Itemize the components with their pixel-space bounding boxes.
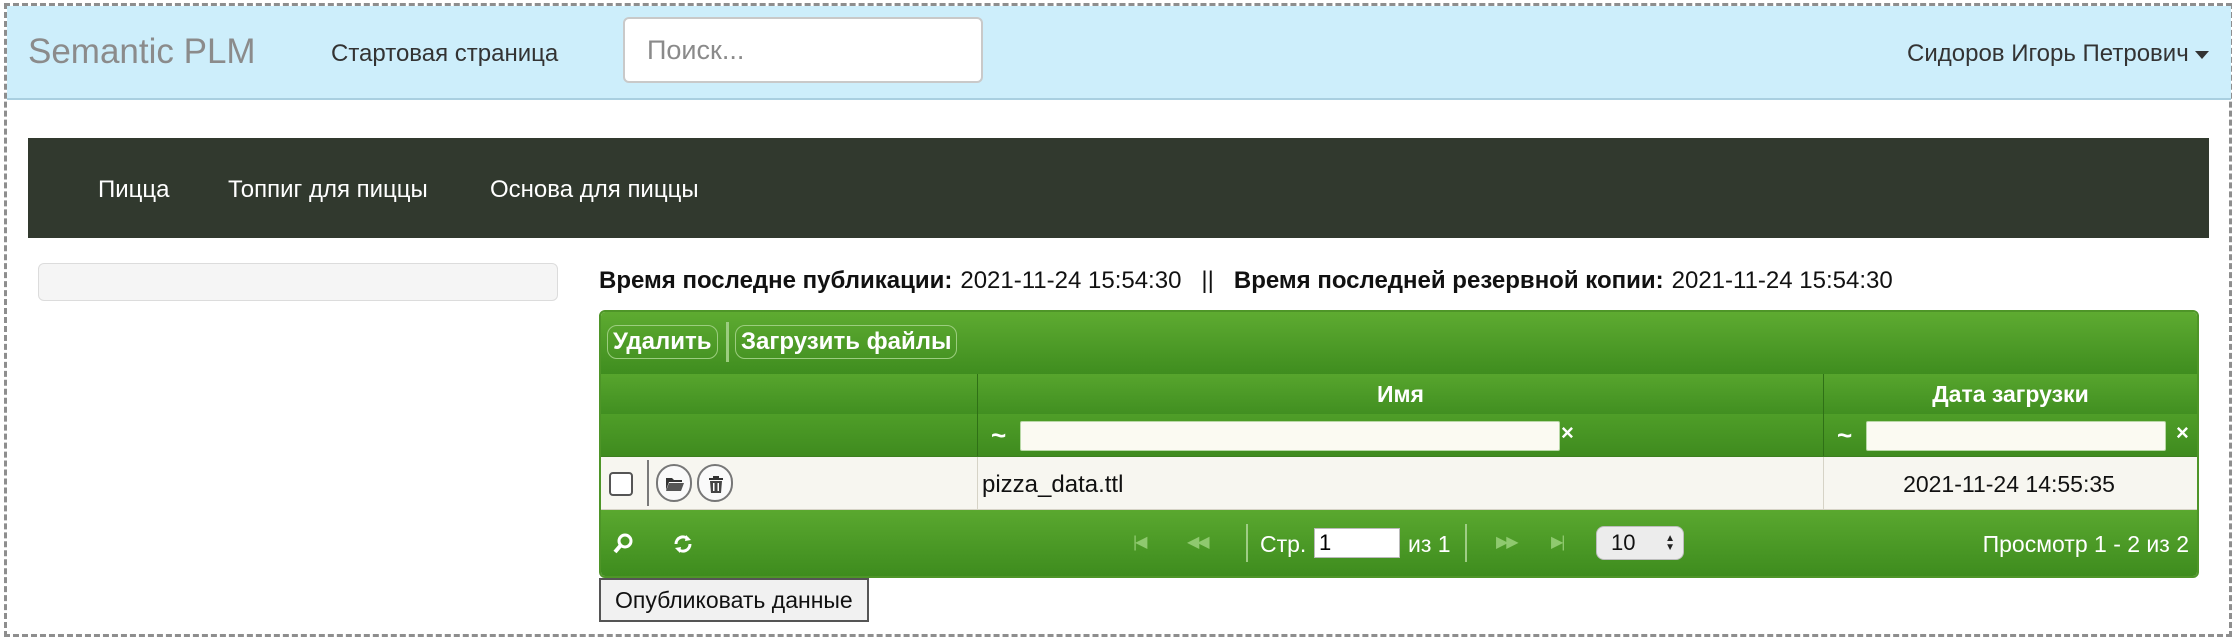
main-menu: Пицца Топпиг для пиццы Основа для пиццы (28, 138, 2209, 238)
grid-toolbar: Удалить Загрузить файлы (601, 312, 2197, 375)
filter-clear-date[interactable]: × (2176, 420, 2189, 446)
menu-item-topping[interactable]: Топпиг для пиццы (228, 176, 428, 204)
menu-item-pizza[interactable]: Пицца (98, 176, 170, 204)
first-page-icon[interactable]: |◀ (1133, 532, 1148, 552)
filter-operator-date[interactable]: ~ (1837, 420, 1852, 451)
user-name: Сидоров Игорь Петрович (1907, 40, 2189, 67)
pager-divider (1465, 524, 1467, 562)
page-size-value: 10 (1611, 530, 1636, 555)
sidebar-panel (38, 263, 558, 301)
filter-clear-name[interactable]: × (1561, 420, 1574, 446)
page-label: Стр. (1260, 531, 1307, 557)
folder-open-icon (666, 478, 684, 491)
prev-page-icon[interactable]: ◀◀ (1187, 532, 1210, 552)
column-header-upload-date[interactable]: Дата загрузки (1824, 374, 2197, 414)
search-input[interactable] (623, 17, 983, 83)
spinner-arrows-icon: ▲ ▼ (1665, 533, 1675, 553)
publish-time-label: Время последне публикации: (599, 267, 953, 294)
column-divider (977, 457, 978, 509)
upload-date-cell: 2021-11-24 14:55:35 (1903, 471, 2115, 497)
upload-files-button[interactable]: Загрузить файлы (735, 325, 958, 359)
file-name-cell: pizza_data.ttl (982, 471, 1124, 498)
last-page-icon[interactable]: ▶| (1551, 532, 1566, 552)
page-number-input[interactable] (1314, 528, 1400, 558)
column-divider (977, 414, 978, 456)
grid-header: Имя Дата загрузки (601, 374, 2197, 414)
toolbar-divider (726, 322, 729, 362)
info-separator: || (1201, 267, 1214, 294)
filter-input-date[interactable] (1866, 421, 2166, 451)
records-view-summary: Просмотр 1 - 2 из 2 (1982, 531, 2189, 557)
row-action-divider (647, 460, 649, 506)
grid-filter-row: ~ × ~ × (601, 414, 2197, 457)
column-header-actions (601, 374, 977, 414)
menu-item-base[interactable]: Основа для пиццы (490, 176, 699, 204)
brand-logo[interactable]: Semantic PLM (28, 32, 256, 72)
top-navbar: Semantic PLM Стартовая страница Сидоров … (7, 6, 2231, 100)
next-page-icon[interactable]: ▶▶ (1496, 532, 1519, 552)
trash-icon (709, 476, 723, 493)
publish-time-value: 2021-11-24 15:54:30 (960, 267, 1182, 294)
user-menu[interactable]: Сидоров Игорь Петрович (1907, 40, 2209, 68)
search-icon[interactable] (613, 532, 635, 559)
row-checkbox[interactable] (609, 472, 633, 496)
publication-info: Время последне публикации: 2021-11-24 15:… (599, 267, 1893, 295)
refresh-icon[interactable] (671, 532, 695, 561)
table-row[interactable]: pizza_data.ttl 2021-11-24 14:55:35 (601, 457, 2197, 510)
filter-operator-name[interactable]: ~ (991, 420, 1006, 451)
caret-down-icon (2194, 50, 2209, 59)
publish-data-button[interactable]: Опубликовать данные (599, 578, 869, 622)
grid-pager: |◀ ◀◀ Стр. из 1 ▶▶ ▶| 10 ▲▼ Просмотр 1 -… (601, 510, 2197, 576)
column-divider (1823, 414, 1824, 456)
files-grid: Удалить Загрузить файлы Имя Дата загрузк… (599, 310, 2199, 578)
page-count-label: из 1 (1408, 531, 1451, 557)
delete-button[interactable]: Удалить (607, 325, 718, 359)
backup-time-value: 2021-11-24 15:54:30 (1671, 267, 1893, 294)
column-header-name[interactable]: Имя (978, 374, 1823, 414)
pager-divider (1246, 524, 1248, 562)
backup-time-label: Время последней резервной копии: (1233, 267, 1664, 294)
open-file-button[interactable] (656, 464, 692, 502)
start-page-link[interactable]: Стартовая страница (331, 40, 558, 68)
delete-file-button[interactable] (697, 464, 733, 502)
filter-input-name[interactable] (1020, 421, 1560, 451)
page-size-select[interactable]: 10 ▲ ▼ (1596, 526, 1684, 560)
